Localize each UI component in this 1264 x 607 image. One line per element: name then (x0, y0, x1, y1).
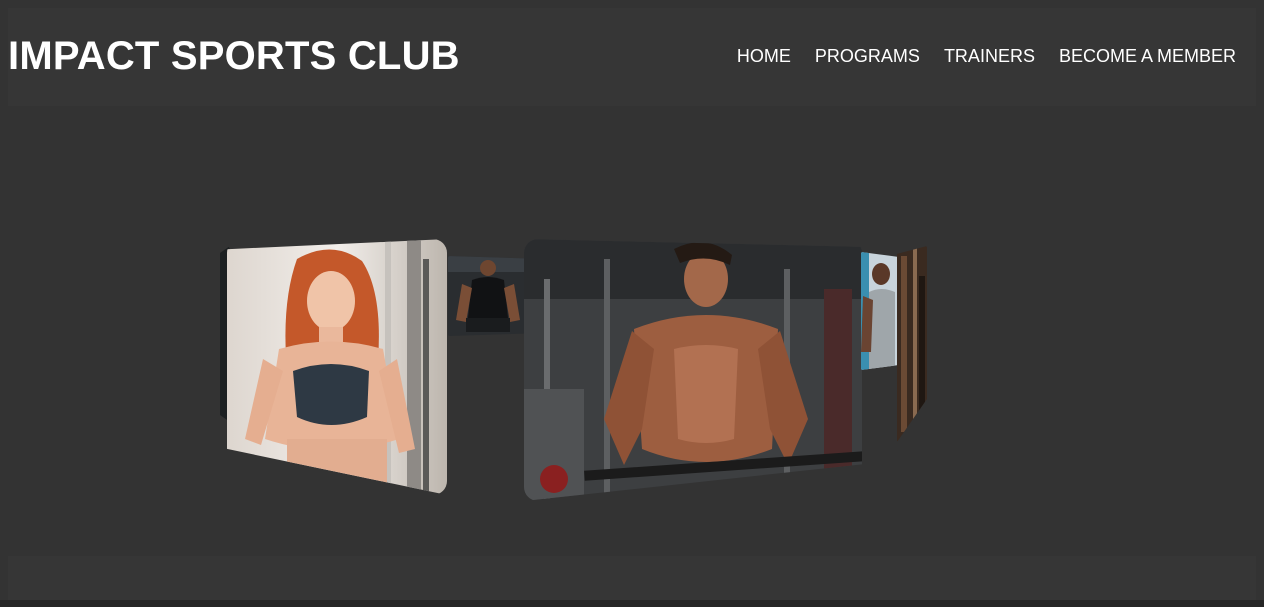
main-nav: HOME PROGRAMS TRAINERS BECOME A MEMBER (737, 46, 1236, 66)
seated-man-photo (448, 256, 524, 336)
nav-programs[interactable]: PROGRAMS (815, 46, 920, 66)
carousel-slide-muscular-man[interactable] (524, 239, 862, 501)
site-footer (8, 556, 1256, 600)
site-header: IMPACT SPORTS CLUB HOME PROGRAMS TRAINER… (8, 8, 1256, 106)
hero-stage (8, 106, 1256, 556)
bottom-strip (0, 600, 1264, 607)
nav-become-a-member[interactable]: BECOME A MEMBER (1059, 46, 1236, 66)
nav-home[interactable]: HOME (737, 46, 791, 66)
woman-photo (227, 239, 447, 495)
carousel-slide-seated-man[interactable] (448, 256, 524, 336)
carousel-slide-woman[interactable] (227, 239, 447, 495)
site-title[interactable]: IMPACT SPORTS CLUB (8, 36, 460, 76)
muscular-man-photo (524, 239, 862, 501)
nav-trainers[interactable]: TRAINERS (944, 46, 1035, 66)
carousel-slide-gym-edge[interactable] (897, 246, 927, 442)
gym-edge-photo (897, 246, 927, 442)
carousel-slide-trainer[interactable] (861, 252, 897, 370)
trainer-carousel[interactable] (8, 106, 1256, 556)
page: IMPACT SPORTS CLUB HOME PROGRAMS TRAINER… (0, 0, 1264, 607)
trainer-photo (861, 252, 897, 370)
